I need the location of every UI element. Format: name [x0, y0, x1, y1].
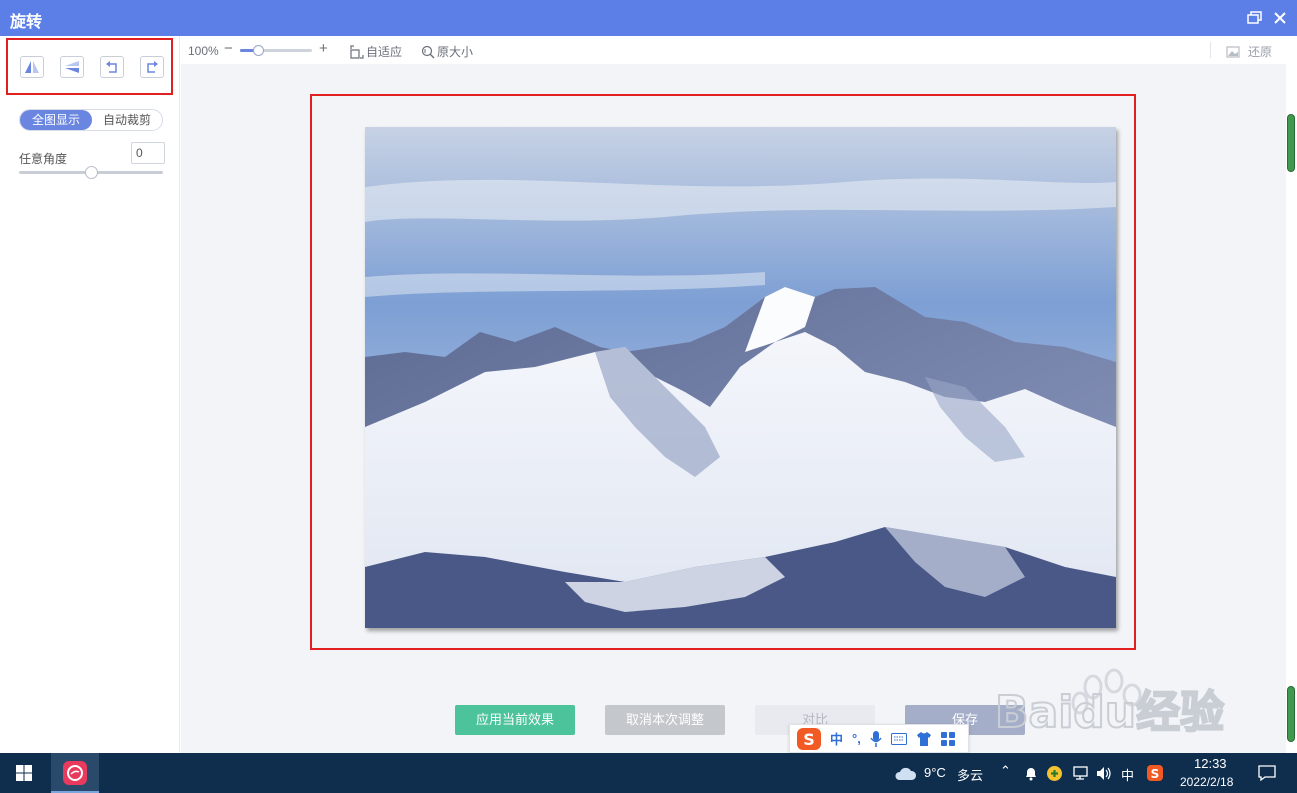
flip-horizontal-icon [25, 61, 39, 73]
close-window-button[interactable] [1270, 8, 1290, 28]
network-icon[interactable] [1071, 766, 1089, 781]
auto-crop-option[interactable]: 自动裁剪 [92, 110, 162, 130]
ime-lang-toggle[interactable]: 中 [830, 729, 843, 748]
angle-slider-thumb[interactable] [85, 166, 98, 179]
toolbox-grid-icon[interactable] [940, 731, 955, 746]
app-window: 旋转 全图显示 自动裁剪 任意角度 0 100% − + 自适应 原大小 还原 … [0, 0, 1297, 793]
sogou-tray-icon[interactable]: S [1146, 764, 1164, 782]
clock-time[interactable]: 12:33 [1194, 756, 1227, 771]
image-canvas: 应用当前效果 取消本次调整 对比 保存 [181, 64, 1286, 753]
svg-text:S: S [1151, 767, 1160, 781]
keyboard-icon[interactable] [890, 732, 907, 745]
fit-window-label: 自适应 [366, 45, 403, 59]
transform-tools-highlight [6, 38, 173, 95]
angle-label: 任意角度 [19, 152, 68, 166]
sogou-ime-icon[interactable]: S [796, 727, 822, 751]
windows-taskbar: 9°C 多云 ⌃ 中 S 12:33 2022/2/18 [0, 753, 1297, 793]
restore-button[interactable]: 还原 [1226, 43, 1272, 60]
rotate-left-icon [106, 61, 117, 73]
display-mode-toggle: 全图显示 自动裁剪 [19, 109, 163, 131]
mountain-landscape-image [365, 127, 1116, 628]
left-panel: 全图显示 自动裁剪 任意角度 0 [0, 36, 180, 753]
original-size-label: 原大小 [437, 45, 474, 59]
image-icon [1226, 45, 1240, 58]
input-language-indicator[interactable]: 中 [1121, 765, 1134, 784]
scroll-indicator-bottom[interactable] [1287, 686, 1295, 742]
ime-toolbar: S 中 °, [789, 724, 969, 753]
clock-date[interactable]: 2022/2/18 [1180, 775, 1233, 789]
restore-label: 还原 [1248, 45, 1273, 59]
restore-window-icon [1247, 11, 1262, 24]
restore-window-button[interactable] [1245, 8, 1265, 28]
zoom-out-button[interactable]: − [224, 40, 233, 57]
taskbar-app-button[interactable] [51, 753, 99, 793]
flip-horizontal-button[interactable] [20, 56, 44, 78]
fit-window-button[interactable]: 自适应 [350, 43, 402, 60]
volume-icon[interactable] [1096, 766, 1113, 781]
zoom-in-button[interactable]: + [319, 40, 328, 57]
tray-chevron-up-icon[interactable]: ⌃ [1000, 763, 1011, 779]
bell-icon[interactable] [1024, 766, 1038, 781]
windows-start-icon[interactable] [10, 763, 38, 785]
photo-app-icon [63, 761, 87, 785]
flip-vertical-button[interactable] [60, 56, 84, 78]
weather-temperature[interactable]: 9°C [924, 765, 946, 780]
close-icon [1274, 12, 1286, 24]
mountain-photo[interactable] [365, 127, 1116, 628]
title-bar: 旋转 [0, 0, 1297, 36]
rotate-left-button[interactable] [100, 56, 124, 78]
scroll-indicator-top[interactable] [1287, 114, 1295, 172]
original-size-button[interactable]: 原大小 [421, 43, 473, 60]
security-shield-icon[interactable] [1046, 765, 1063, 782]
magnifier-icon [421, 45, 435, 58]
zoom-slider-thumb[interactable] [253, 45, 264, 56]
zoom-level-text: 100% [188, 44, 219, 58]
window-title: 旋转 [10, 14, 43, 31]
weather-condition[interactable]: 多云 [957, 765, 983, 784]
angle-input[interactable]: 0 [131, 142, 165, 164]
view-toolbar: 100% − + 自适应 原大小 还原 [180, 36, 1297, 64]
cloud-weather-icon[interactable] [893, 764, 917, 782]
fit-window-icon [350, 44, 364, 59]
toolbar-divider [1210, 42, 1211, 58]
flip-vertical-icon [65, 61, 79, 73]
microphone-icon[interactable] [870, 730, 882, 747]
cancel-adjustment-button[interactable]: 取消本次调整 [605, 705, 725, 735]
rotate-right-icon [147, 61, 158, 73]
svg-text:S: S [803, 730, 815, 749]
ime-punct-toggle[interactable]: °, [852, 731, 861, 746]
notification-center-icon[interactable] [1258, 764, 1276, 782]
image-highlight-box [310, 94, 1136, 650]
rotate-right-button[interactable] [140, 56, 164, 78]
skin-shirt-icon[interactable] [916, 731, 932, 746]
apply-effect-button[interactable]: 应用当前效果 [455, 705, 575, 735]
full-view-option[interactable]: 全图显示 [20, 110, 92, 130]
